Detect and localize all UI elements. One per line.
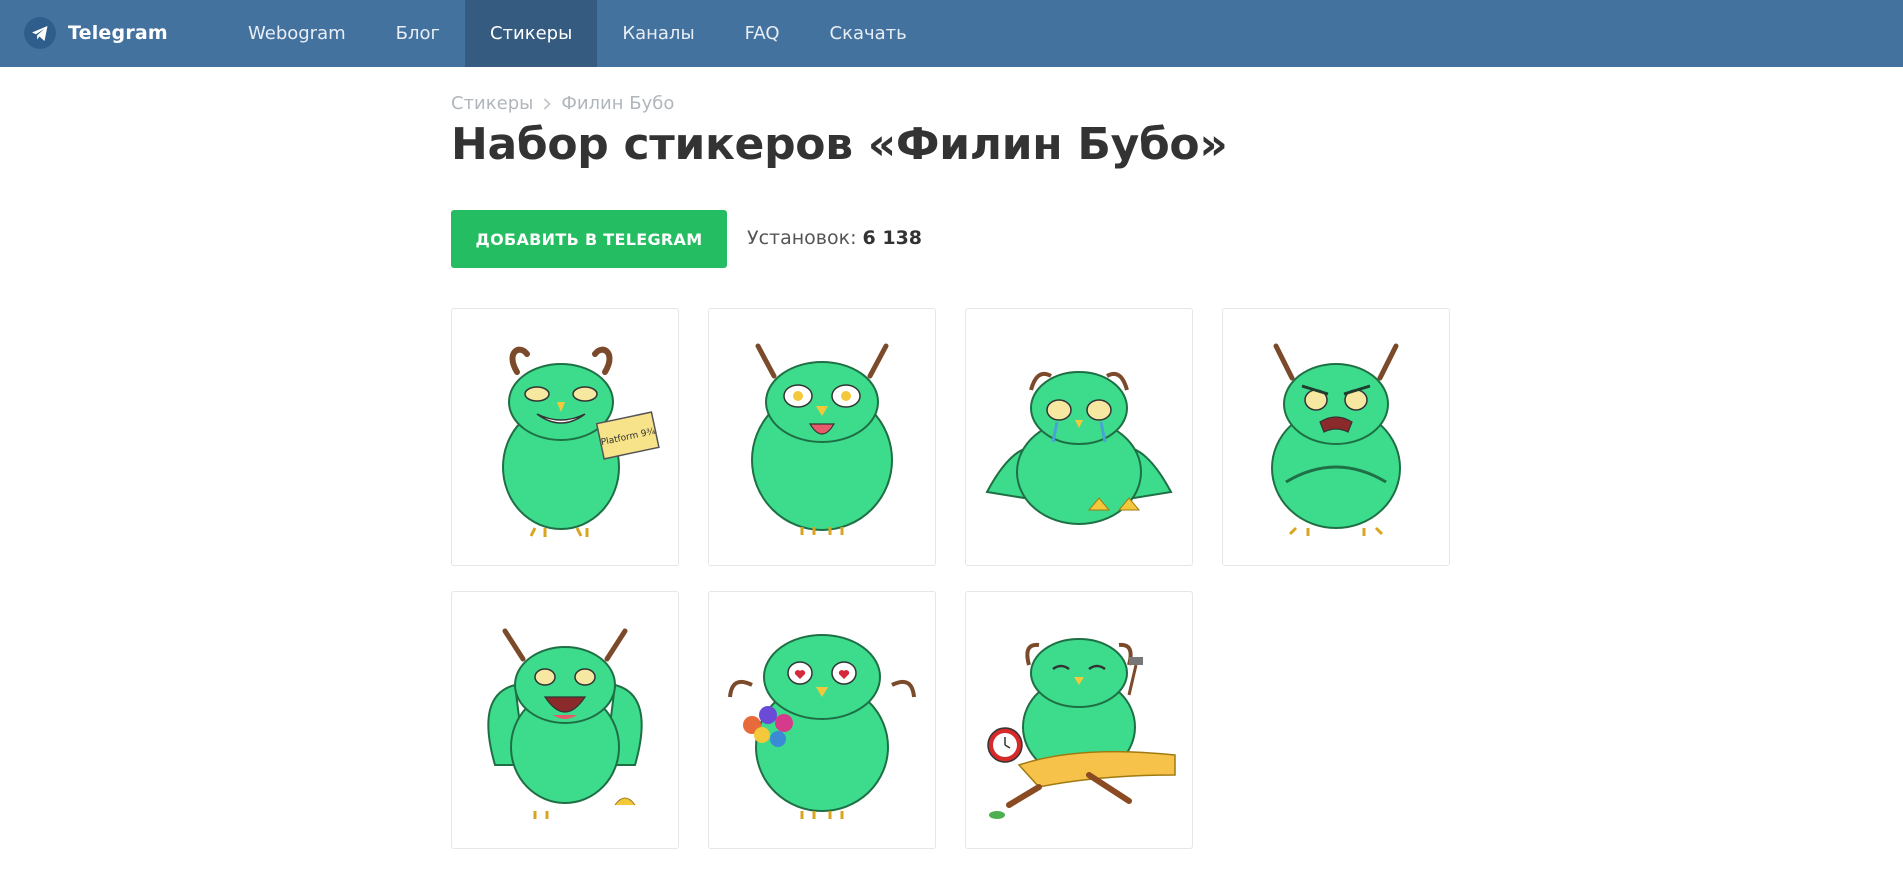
sticker-tile[interactable]: Platform 9¾	[451, 308, 679, 566]
owl-with-sign-sticker: Platform 9¾	[502, 346, 660, 537]
nav-item-channels[interactable]: Каналы	[597, 0, 719, 67]
nav-item-blog[interactable]: Блог	[371, 0, 465, 67]
brand-link[interactable]: Telegram	[24, 16, 168, 50]
owl-laughing-sticker	[487, 628, 643, 819]
owl-crying-sticker	[985, 371, 1173, 525]
paper-plane-icon	[24, 17, 56, 49]
breadcrumb-parent-link[interactable]: Стикеры	[451, 93, 533, 114]
sticker-tile[interactable]	[708, 308, 936, 566]
top-navigation-bar: Telegram Webogram Блог Стикеры Каналы FA…	[0, 0, 1903, 67]
brand-name: Telegram	[68, 22, 168, 44]
main-nav: Webogram Блог Стикеры Каналы FAQ Скачать	[223, 0, 932, 67]
nav-item-stickers[interactable]: Стикеры	[464, 0, 598, 67]
owl-tongue-out-sticker	[751, 343, 893, 535]
installs-value: 6 138	[862, 227, 923, 249]
sticker-tile[interactable]	[965, 591, 1193, 849]
breadcrumb: Стикеры Филин Бубо	[451, 93, 674, 114]
owl-in-love-with-flowers-sticker	[728, 634, 916, 819]
sticker-tile[interactable]	[708, 591, 936, 849]
installs-label: Установок:	[747, 227, 857, 249]
nav-item-download[interactable]: Скачать	[805, 0, 932, 67]
add-to-telegram-button[interactable]: ДОБАВИТЬ В TELEGRAM	[451, 210, 727, 268]
nav-item-webogram[interactable]: Webogram	[223, 0, 371, 67]
page-title: Набор стикеров «Филин Бубо»	[451, 119, 1228, 170]
breadcrumb-current: Филин Бубо	[561, 93, 675, 114]
sticker-tile[interactable]	[1222, 308, 1450, 566]
installs-count: Установок: 6 138	[747, 227, 922, 249]
sticker-tile[interactable]	[451, 591, 679, 849]
owl-on-branch-with-clock-sticker	[987, 638, 1176, 819]
sticker-tile[interactable]	[965, 308, 1193, 566]
nav-item-faq[interactable]: FAQ	[720, 0, 805, 67]
chevron-right-icon	[543, 97, 552, 110]
owl-angry-sticker	[1271, 343, 1401, 536]
